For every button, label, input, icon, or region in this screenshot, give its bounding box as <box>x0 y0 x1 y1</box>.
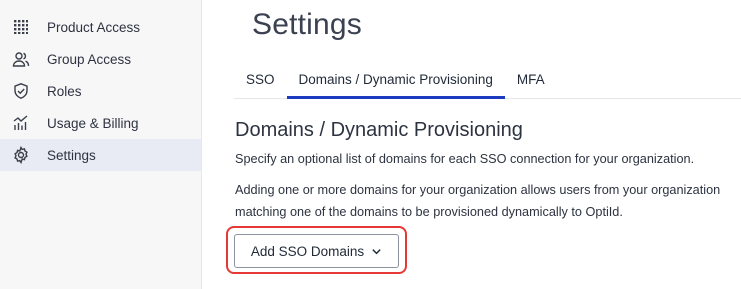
grid-icon <box>11 17 31 37</box>
description-text-dynamic: Adding one or more domains for your orga… <box>235 183 721 219</box>
add-sso-domains-label: Add SSO Domains <box>250 243 365 259</box>
main-content: Settings SSO Domains / Dynamic Provision… <box>202 0 741 289</box>
users-icon <box>11 49 31 69</box>
sidebar-item-label: Group Access <box>47 51 132 67</box>
app-window: Product Access Group Access Roles Usage … <box>0 0 741 289</box>
chevron-down-icon <box>370 245 382 257</box>
chart-icon <box>11 113 31 133</box>
section-title: Domains / Dynamic Provisioning <box>235 119 523 141</box>
description-text: Specify an optional list of domains for … <box>235 152 695 166</box>
sidebar-item-group-access[interactable]: Group Access <box>0 43 201 75</box>
tab-domains-dynamic-provisioning[interactable]: Domains / Dynamic Provisioning <box>286 60 506 99</box>
sidebar-item-label: Settings <box>47 147 96 163</box>
page-title: Settings <box>252 8 362 41</box>
sidebar-item-label: Roles <box>47 83 82 99</box>
sidebar-item-usage-billing[interactable]: Usage & Billing <box>0 107 201 139</box>
sidebar: Product Access Group Access Roles Usage … <box>0 0 202 289</box>
sidebar-item-roles[interactable]: Roles <box>0 75 201 107</box>
gear-icon <box>11 145 31 165</box>
tab-mfa[interactable]: MFA <box>505 60 557 98</box>
sidebar-item-product-access[interactable]: Product Access <box>0 11 201 43</box>
sidebar-item-label: Usage & Billing <box>47 115 139 131</box>
tab-sso[interactable]: SSO <box>234 60 287 98</box>
tab-bar: SSO Domains / Dynamic Provisioning MFA <box>234 60 741 99</box>
add-sso-domains-button[interactable]: Add SSO Domains <box>234 234 399 268</box>
shield-check-icon <box>11 81 31 101</box>
sidebar-item-settings[interactable]: Settings <box>0 139 201 171</box>
sidebar-item-label: Product Access <box>47 19 141 35</box>
